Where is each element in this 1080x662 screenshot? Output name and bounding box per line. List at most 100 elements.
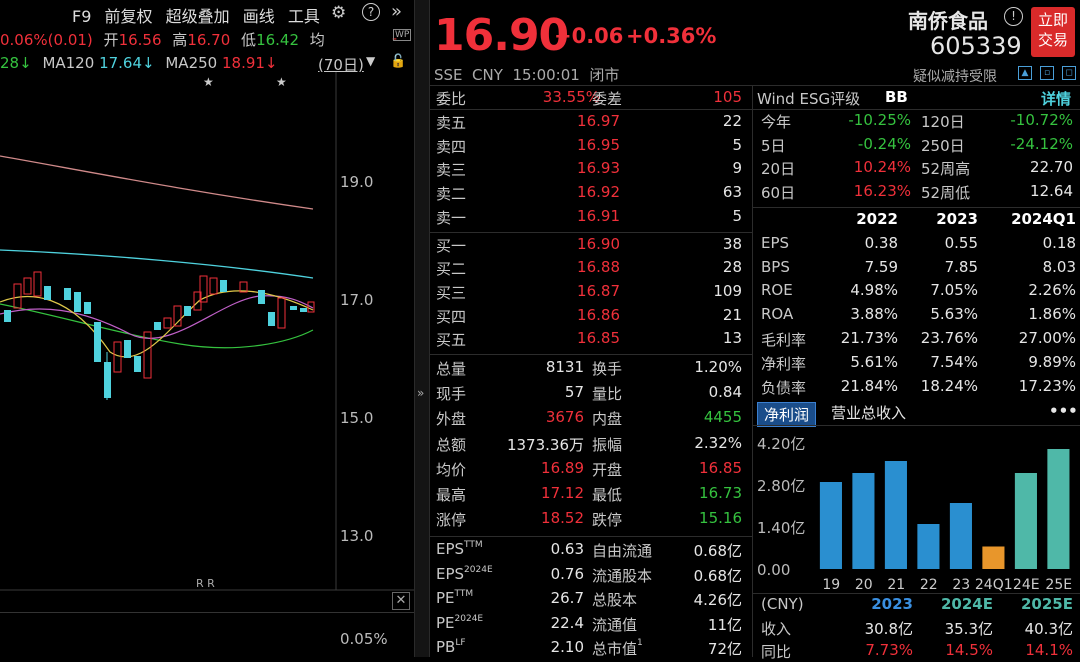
gear-icon[interactable]: ⚙ <box>331 3 346 23</box>
image-icon[interactable]: ▲ <box>1018 66 1032 80</box>
valuation-value: 22.4 <box>550 613 584 632</box>
double-chevron-right-icon[interactable]: » <box>391 1 402 22</box>
ma250-value: 18.91↓ <box>221 54 278 72</box>
price-change-pct: +0.36% <box>626 24 717 48</box>
adjust-button[interactable]: 前复权 <box>104 7 152 26</box>
alert-icon[interactable]: ! <box>1004 7 1023 26</box>
bid-price[interactable]: 16.90 <box>540 235 620 253</box>
stat-value: 0.84 <box>708 383 742 402</box>
valuation-label-2-sup: 1 <box>637 638 643 649</box>
fin-row-value: 7.85 <box>944 257 978 276</box>
star-mark: ★ <box>276 75 287 89</box>
window-icon[interactable]: ▫ <box>1040 66 1054 80</box>
bid-price[interactable]: 16.86 <box>540 306 620 324</box>
tab-revenue[interactable]: 营业总收入 <box>831 402 906 423</box>
bar[interactable] <box>982 546 1005 570</box>
wp-icon[interactable]: WP <box>393 29 412 41</box>
high-value: 16.70 <box>187 31 231 49</box>
perf-value: -10.72% <box>1010 111 1073 129</box>
more-icon[interactable]: ••• <box>1049 402 1078 420</box>
dropdown-icon[interactable]: ▼ <box>366 54 375 68</box>
ask-price[interactable]: 16.97 <box>540 112 620 130</box>
net-profit-chart[interactable]: 4.20亿 2.80亿 1.40亿 0.00 19 20 21 22 23 24Q1 24E 25E <box>753 429 1080 609</box>
maximize-icon[interactable]: ◻ <box>1062 66 1076 80</box>
x-tick-label: 20 <box>855 577 873 593</box>
ask-price[interactable]: 16.92 <box>540 183 620 201</box>
bid-label: 买二 <box>436 260 467 279</box>
ask-price[interactable]: 16.93 <box>540 159 620 177</box>
ask-price[interactable]: 16.91 <box>540 207 620 225</box>
price-tick: 13.0 <box>340 527 374 545</box>
f9-button[interactable]: F9 <box>72 7 91 26</box>
stat-value: 18.52 <box>541 509 584 528</box>
expand-icon[interactable]: » <box>417 386 424 400</box>
fin-row-value: 8.03 <box>1042 257 1076 276</box>
ask-price[interactable]: 16.95 <box>540 136 620 154</box>
valuation-label: PBLF <box>436 638 466 656</box>
kline-panel[interactable]: F9 前复权 超级叠加 画线 工具 ⚙ ? » 0.06%(0.01) 开16.… <box>0 0 414 657</box>
fin-row-value: 4.98% <box>850 281 898 300</box>
kline-chart[interactable]: ★ ★ R R <box>0 72 414 657</box>
ratio-value: 33.55% <box>542 88 600 106</box>
ask-volume: 22 <box>722 112 742 130</box>
stat-value: 15.16 <box>699 509 742 528</box>
low-label: 低 <box>241 31 257 49</box>
valuation-value: 0.76 <box>550 564 584 583</box>
bar[interactable] <box>949 503 972 570</box>
esg-detail-link[interactable]: 详情 <box>1041 88 1071 109</box>
stat-value: 3676 <box>545 408 584 427</box>
stat-label: 最低 <box>592 486 623 504</box>
trade-button[interactable]: 立即 交易 <box>1031 7 1075 57</box>
tab-net-profit[interactable]: 净利润 <box>757 402 817 428</box>
bar[interactable] <box>1047 449 1070 570</box>
fin-row-label: 净利率 <box>761 354 807 373</box>
valuation-value: 2.10 <box>550 638 584 657</box>
stock-code: 605339 <box>930 32 1022 60</box>
help-icon[interactable]: ? <box>362 3 380 21</box>
y-tick-label: 1.40亿 <box>757 519 805 537</box>
lock-icon[interactable]: 🔓 <box>390 54 406 69</box>
perf-label: 20日 <box>761 160 796 179</box>
valuation-label-2: 总股本 <box>592 589 637 610</box>
stat-value: 16.85 <box>699 458 742 477</box>
esg-rating: BB <box>885 88 908 106</box>
ask-label: 卖一 <box>436 208 467 227</box>
bid-price[interactable]: 16.85 <box>540 329 620 347</box>
stat-value: 57 <box>564 383 584 402</box>
valuation-value-2: 0.68亿 <box>693 542 742 561</box>
price-change: +0.06 <box>554 24 624 48</box>
panel-divider[interactable]: » <box>414 0 430 657</box>
perf-value: 22.70 <box>1030 158 1073 177</box>
tools-button[interactable]: 工具 <box>288 7 320 26</box>
valuation-label-sup: 2024E <box>454 613 484 624</box>
x-tick-label: 23 <box>952 577 970 593</box>
valuation-label-sup: LF <box>455 638 466 649</box>
bar[interactable] <box>852 473 875 570</box>
stat-label: 量比 <box>592 385 623 404</box>
fundamentals-panel: Wind ESG评级 BB 详情 今年 -10.25% 120日 -10.72% 5日 -0.2… <box>753 86 1080 661</box>
bar[interactable] <box>884 461 907 570</box>
overlay-button[interactable]: 超级叠加 <box>166 7 230 26</box>
bid-price[interactable]: 16.87 <box>540 282 620 300</box>
bar[interactable] <box>917 524 940 570</box>
stat-label: 内盘 <box>592 410 623 429</box>
bid-volume: 38 <box>722 234 742 253</box>
x-tick-label: 22 <box>920 577 938 593</box>
bid-volume: 109 <box>713 281 742 300</box>
bid-label: 买五 <box>436 331 467 350</box>
valuation-value-2: 0.68亿 <box>693 566 742 585</box>
perf-label: 250日 <box>921 136 965 155</box>
perf-label: 5日 <box>761 136 786 155</box>
valuation-label-text: PB <box>436 638 456 657</box>
fin-row-value: 1.86% <box>1028 305 1076 324</box>
bid-price[interactable]: 16.88 <box>540 258 620 276</box>
avg-label: 均 <box>309 31 325 49</box>
fin-row-value: 3.88% <box>850 305 898 324</box>
bar[interactable] <box>1014 473 1037 570</box>
draw-button[interactable]: 画线 <box>243 7 275 26</box>
close-icon[interactable]: ✕ <box>392 592 410 610</box>
ma120-line <box>0 249 314 279</box>
valuation-value-2: 4.26亿 <box>693 591 742 610</box>
bar[interactable] <box>819 482 842 570</box>
bid-volume: 28 <box>722 258 742 277</box>
